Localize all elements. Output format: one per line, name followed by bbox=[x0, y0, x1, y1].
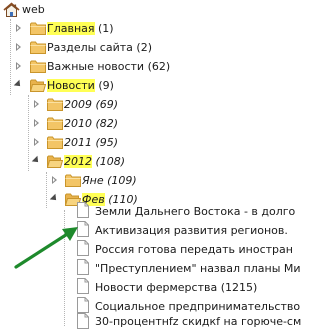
tree-node-label: 2012 bbox=[64, 155, 92, 168]
tree-node-label: 2011 bbox=[64, 136, 92, 149]
expand-arrow-icon[interactable] bbox=[14, 19, 24, 38]
tree-node-count: (69) bbox=[95, 98, 119, 111]
tree-node-count: (2) bbox=[136, 41, 152, 54]
tree-doc-label: Новости фермерства (1215) bbox=[95, 281, 258, 294]
expand-arrow-icon[interactable] bbox=[50, 171, 60, 190]
open-folder-icon bbox=[30, 79, 46, 92]
tree-doc-label: Активизация развития регионов. bbox=[95, 224, 288, 237]
tree-doc-label: 30-процентнfz скидкf на горюче-см bbox=[95, 315, 302, 328]
tree-node-count: (1) bbox=[98, 22, 114, 35]
folder-icon bbox=[47, 136, 63, 149]
collapse-arrow-icon[interactable] bbox=[49, 190, 59, 209]
tree-connector bbox=[10, 19, 11, 95]
tree-node-count: (9) bbox=[98, 79, 114, 92]
folder-icon bbox=[47, 98, 63, 111]
tree-node-count: (62) bbox=[147, 60, 171, 73]
folder-icon bbox=[30, 22, 46, 35]
tree-node-label: Важные новости bbox=[47, 60, 145, 73]
tree-node-count: (108) bbox=[95, 155, 126, 168]
collapse-arrow-icon[interactable] bbox=[31, 152, 41, 171]
expand-arrow-icon[interactable] bbox=[14, 38, 24, 57]
folder-icon bbox=[65, 174, 81, 187]
tree-node-count: (109) bbox=[107, 174, 137, 187]
tree-node-label: 2009 bbox=[64, 98, 92, 111]
collapse-arrow-icon[interactable] bbox=[13, 76, 23, 95]
annotation-arrow-icon bbox=[14, 227, 78, 269]
tree-doc-label: Земли Дальнего Востока - в долго bbox=[95, 205, 296, 218]
tree-node-label: Новости bbox=[47, 79, 95, 92]
tree-node-label: Яне bbox=[82, 174, 104, 187]
tree-doc-label: Россия готова передать иностран bbox=[95, 243, 293, 256]
home-icon bbox=[3, 2, 20, 18]
tree-connector bbox=[28, 95, 29, 171]
tree-node-label: 2010 bbox=[64, 117, 92, 130]
tree-node-label: Разделы сайта bbox=[47, 41, 133, 54]
tree-node-count: (95) bbox=[95, 136, 119, 149]
tree-connector bbox=[46, 172, 47, 208]
expand-arrow-icon[interactable] bbox=[14, 57, 24, 76]
expand-arrow-icon[interactable] bbox=[32, 95, 42, 114]
document-icon bbox=[77, 278, 89, 294]
folder-icon bbox=[30, 41, 46, 54]
folder-icon bbox=[47, 117, 63, 130]
document-icon bbox=[77, 313, 89, 329]
document-icon bbox=[77, 202, 89, 218]
expand-arrow-icon[interactable] bbox=[32, 133, 42, 152]
tree-root-label: web bbox=[22, 3, 45, 16]
expand-arrow-icon[interactable] bbox=[32, 114, 42, 133]
tree-doc-label: "Преступлением" назвал планы Ми bbox=[95, 262, 301, 275]
document-icon bbox=[77, 297, 89, 313]
tree-node-count: (82) bbox=[95, 117, 119, 130]
folder-icon bbox=[30, 60, 46, 73]
tree-node-label: Главная bbox=[47, 22, 95, 35]
open-folder-icon bbox=[47, 155, 63, 168]
